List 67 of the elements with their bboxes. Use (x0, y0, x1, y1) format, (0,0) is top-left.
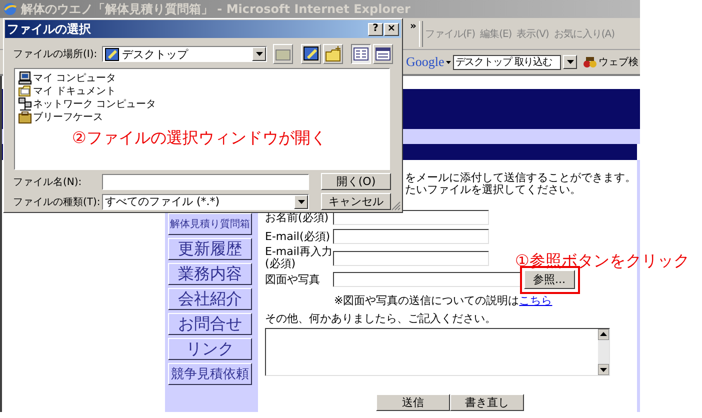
open-button[interactable]: 開く(O) (321, 173, 391, 190)
file-field[interactable] (333, 272, 521, 287)
scroll-down-icon (598, 364, 609, 375)
comment-label: その他、何かありましたら、ご記入ください。 (265, 311, 497, 326)
help-button[interactable]: ? (368, 22, 383, 36)
location-dropdown[interactable]: デスクトップ (102, 46, 267, 62)
scroll-up-icon (598, 329, 609, 340)
dialog-title: ファイルの選択 (7, 20, 91, 38)
form-button[interactable]: 書き直し (450, 394, 524, 411)
window-title: 解体のウエノ「解体見積り質問箱」 - Microsoft Internet Explorer (21, 0, 410, 18)
form-button[interactable]: 送信 (376, 394, 450, 411)
network-icon (18, 96, 32, 110)
link[interactable]: こちら (519, 294, 552, 307)
details-view-icon (374, 45, 392, 63)
input-field[interactable] (333, 229, 489, 244)
file-item[interactable]: マイ コンピュータ (18, 71, 389, 84)
dropdown-button[interactable] (563, 55, 578, 69)
file-item[interactable]: ネットワーク コンピュータ (18, 97, 389, 110)
field-label: E-mail再入力(必須) (265, 246, 333, 270)
search-field[interactable]: デスクトップ 取り込む (453, 54, 562, 70)
chevron-button[interactable]: » (410, 21, 416, 32)
google-logo[interactable]: Google (406, 54, 444, 70)
folder-icon (18, 84, 32, 98)
toolbar-button[interactable] (351, 44, 371, 64)
file-type-dropdown[interactable]: すべてのファイル (*.*) (102, 194, 309, 210)
close-button[interactable]: × (384, 22, 399, 36)
desktop-icon (302, 45, 320, 63)
dropdown-button[interactable] (294, 194, 308, 208)
caret-icon (566, 60, 574, 64)
briefcase-icon (18, 110, 32, 124)
field-label: 図面や写真 (265, 274, 321, 286)
field-label: ファイルの場所(I): (13, 48, 98, 61)
nav-button[interactable]: 競争見積依頼 (168, 363, 252, 385)
nav-button[interactable]: お問合せ (168, 313, 252, 335)
browse-button[interactable]: 参照... (524, 270, 574, 289)
note-text: ※図面や写真の送信についての説明はこちら (333, 293, 554, 308)
cancel-button[interactable]: キャンセル (321, 193, 391, 210)
dropdown-button[interactable] (252, 47, 266, 61)
nav-button[interactable]: 解体見積り質問箱 (168, 213, 252, 235)
field-label: E-mail(必須) (265, 230, 332, 242)
comment-field[interactable] (265, 328, 610, 376)
input-field[interactable] (333, 250, 489, 266)
globe-icon (3, 2, 17, 16)
intro-text: たいファイルを選択してください。 (405, 184, 582, 196)
file-name-field[interactable] (102, 174, 309, 190)
caret-icon (298, 200, 304, 204)
file-item[interactable]: マイ ドキュメント (18, 84, 389, 97)
resize-grip-icon (391, 201, 401, 211)
search-button[interactable]: ウェブ検 (583, 55, 638, 69)
annotation: ②ファイルの選択ウィンドウが開く (72, 128, 326, 149)
nav-button[interactable]: リンク (168, 338, 252, 360)
computer-icon (18, 70, 32, 84)
nav-button[interactable]: 業務内容 (168, 263, 252, 285)
scrollbar[interactable] (598, 329, 609, 375)
caret-icon (446, 60, 452, 64)
nav-button[interactable]: 会社紹介 (168, 288, 252, 310)
new-folder-icon (324, 45, 342, 63)
file-item[interactable]: ブリーフケース (18, 110, 389, 123)
input-field[interactable] (333, 210, 489, 225)
caret-icon (256, 52, 262, 56)
nav-button[interactable]: 更新履歴 (168, 238, 252, 260)
field-label: ファイル名(N): (13, 176, 83, 188)
intro-text: をメールに添付して送信することができます。 (405, 172, 637, 184)
field-label: ファイルの種類(T): (13, 196, 102, 208)
list-view-icon (352, 45, 370, 63)
binoculars-icon (583, 56, 598, 68)
desktop-icon (105, 48, 119, 60)
